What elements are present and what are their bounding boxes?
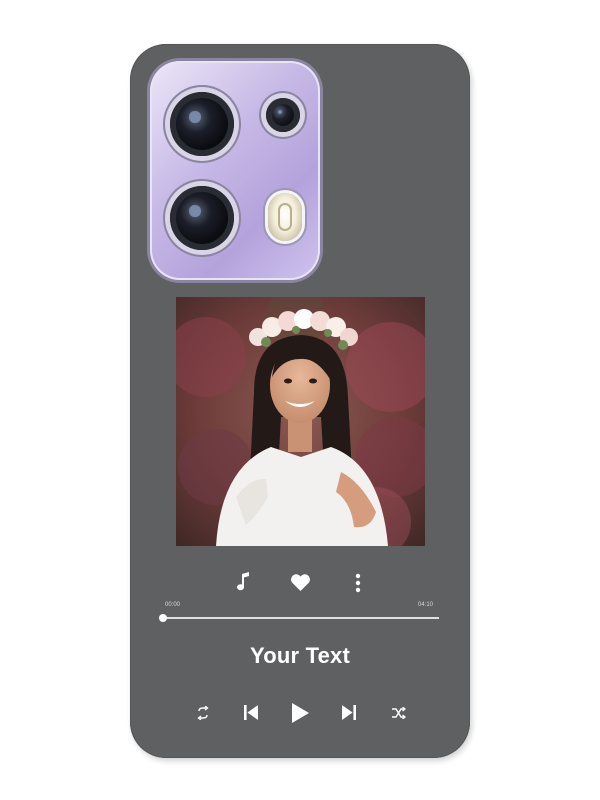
next-icon[interactable]: [341, 704, 357, 721]
previous-icon[interactable]: [243, 704, 259, 721]
custom-photo: [176, 297, 425, 546]
camera-lens-top-left: [170, 92, 234, 156]
camera-module: [150, 61, 320, 280]
progress-bar[interactable]: [162, 617, 439, 619]
camera-lens-bottom-left: [170, 186, 234, 250]
repeat-icon[interactable]: [196, 706, 210, 720]
music-note-icon[interactable]: [236, 572, 252, 592]
heart-icon[interactable]: [290, 574, 311, 592]
more-vertical-icon[interactable]: [355, 573, 361, 593]
play-icon[interactable]: [290, 702, 310, 724]
elapsed-time: 00:00: [165, 602, 181, 608]
shuffle-icon[interactable]: [392, 707, 406, 719]
total-time: 04:10: [418, 602, 434, 608]
progress-scrubber[interactable]: [159, 614, 167, 622]
camera-flash: [268, 193, 302, 241]
custom-text: Your Text: [250, 643, 350, 668]
camera-lens-top-right: [266, 98, 300, 132]
